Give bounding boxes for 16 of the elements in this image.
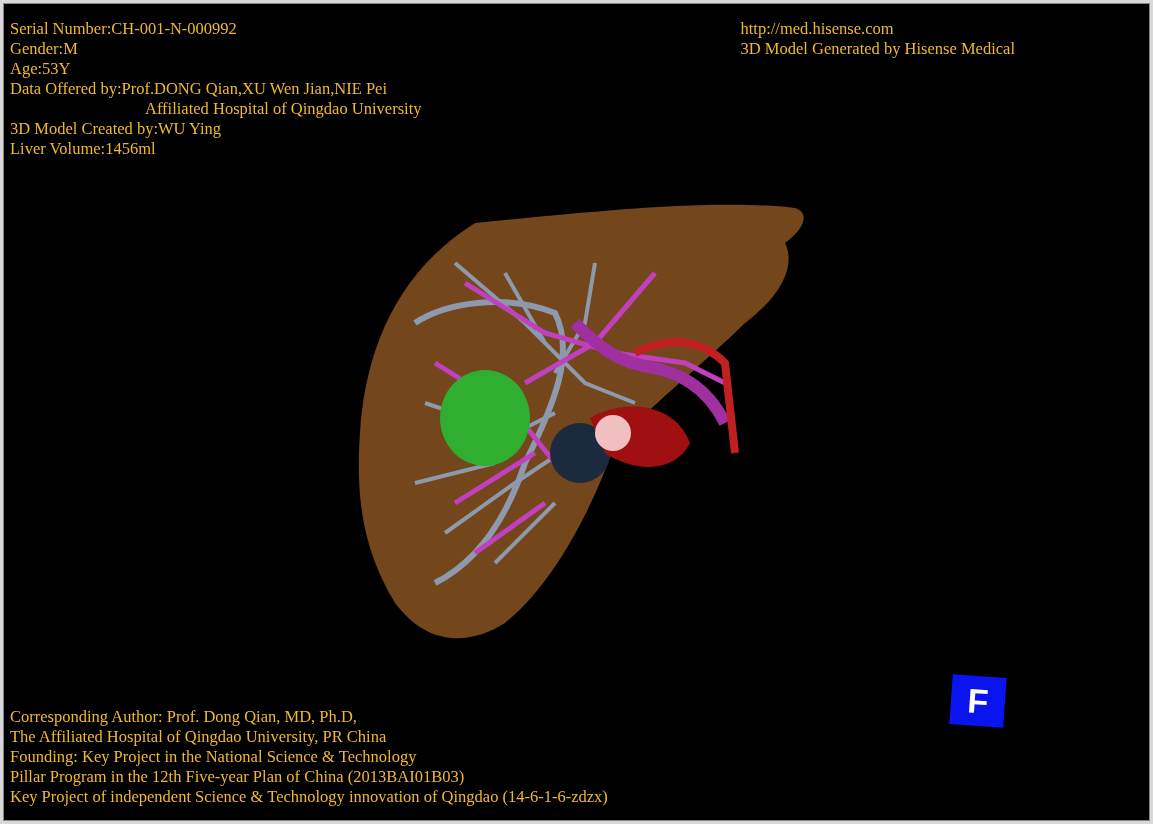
info-text: 3D Model Generated by Hisense Medical (740, 39, 1015, 59)
info-text: Gender:M (10, 39, 78, 59)
credit-text: Key Project of independent Science & Technology innovation of Qingdao (14-6-1-6-zdzx) (10, 787, 608, 807)
info-text: Liver Volume:1456ml (10, 139, 156, 159)
info-text: Age:53Y (10, 59, 71, 79)
credit-text: Corresponding Author: Prof. Dong Qian, MD, Ph.D, (10, 707, 357, 727)
credit-text: Founding: Key Project in the National Science & Technology (10, 747, 417, 767)
info-text: Affiliated Hospital of Qingdao University (145, 99, 422, 119)
cube-face-label: F (966, 682, 990, 720)
info-text: Serial Number:CH-001-N-000992 (10, 19, 237, 39)
credit-text: Pillar Program in the 12th Five-year Plan of China (2013BAI01B03) (10, 767, 465, 787)
orientation-cube[interactable]: F (949, 674, 1007, 728)
info-text: 3D Model Created by:WU Ying (10, 119, 222, 139)
info-text: Data Offered by:Prof.DONG Qian,XU Wen Jian,NIE Pei (10, 79, 388, 99)
credit-text: The Affiliated Hospital of Qingdao University, PR China (10, 727, 387, 747)
info-text: http://med.hisense.com (740, 19, 894, 39)
